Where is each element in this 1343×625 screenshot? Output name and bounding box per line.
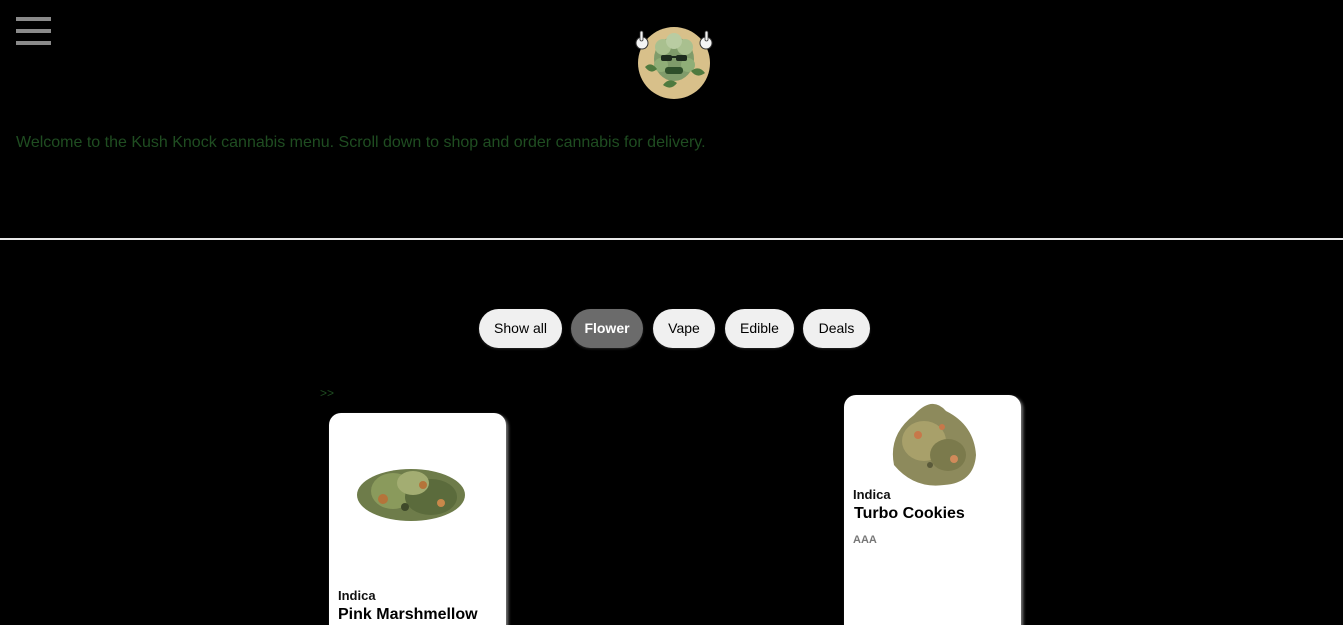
filter-flower-button[interactable]: Flower xyxy=(571,309,643,348)
menu-bar xyxy=(16,17,51,21)
grade-label: AAA xyxy=(853,534,877,546)
menu-bar xyxy=(16,29,51,33)
product-name: Pink Marshmellow xyxy=(338,606,478,623)
logo-graphic xyxy=(635,27,713,99)
filter-show-all-button[interactable]: Show all xyxy=(479,309,562,348)
filter-vape-button[interactable]: Vape xyxy=(653,309,715,348)
filter-deals-button[interactable]: Deals xyxy=(803,309,870,348)
scroll-arrow-link[interactable]: >> xyxy=(320,386,334,400)
kush-knock-logo[interactable] xyxy=(633,25,715,101)
hamburger-menu-icon[interactable] xyxy=(16,17,52,47)
product-name: Turbo Cookies xyxy=(854,505,965,522)
product-image xyxy=(884,395,980,489)
product-card[interactable]: Indica Pink Marshmellow xyxy=(329,413,506,625)
menu-bar xyxy=(16,41,51,45)
welcome-text: Welcome to the Kush Knock cannabis menu.… xyxy=(16,134,706,151)
product-image xyxy=(353,453,473,533)
filter-edible-button[interactable]: Edible xyxy=(725,309,794,348)
strain-type-label: Indica xyxy=(338,588,376,603)
strain-type-label: Indica xyxy=(853,487,891,502)
product-card[interactable]: Indica Turbo Cookies AAA xyxy=(844,395,1021,625)
category-filters: Show all Flower Vape Edible Deals xyxy=(0,309,1343,349)
page: Welcome to the Kush Knock cannabis menu.… xyxy=(0,0,1343,625)
divider xyxy=(0,238,1343,240)
